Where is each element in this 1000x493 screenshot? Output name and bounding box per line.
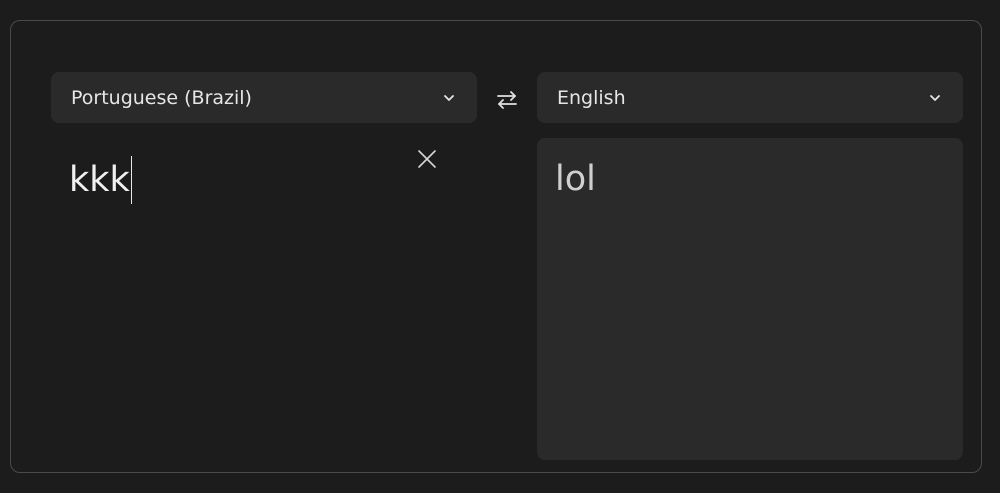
- source-text-content: kkk: [69, 160, 130, 200]
- target-language-label: English: [557, 86, 626, 109]
- target-language-select[interactable]: English: [537, 72, 963, 123]
- clear-text-button[interactable]: [415, 149, 439, 173]
- translation-output: lol: [537, 138, 963, 460]
- swap-arrows-icon: [496, 89, 518, 115]
- source-language-label: Portuguese (Brazil): [71, 86, 252, 109]
- chevron-down-icon: [927, 90, 943, 106]
- text-caret: [130, 156, 133, 204]
- chevron-down-icon: [441, 90, 457, 106]
- translator-panel: Portuguese (Brazil) English kkk lol: [10, 20, 982, 473]
- source-language-select[interactable]: Portuguese (Brazil): [51, 72, 477, 123]
- close-icon: [417, 149, 437, 173]
- translation-text: lol: [555, 159, 596, 199]
- source-text-value: kkk: [69, 156, 133, 204]
- source-text-input[interactable]: kkk: [51, 138, 477, 460]
- swap-languages-button[interactable]: [489, 84, 525, 120]
